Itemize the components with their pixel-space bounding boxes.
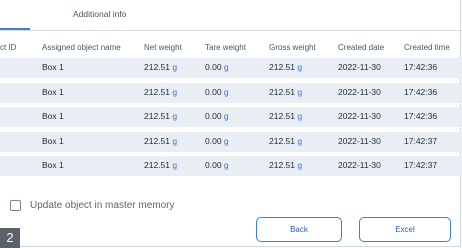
header-assigned-object-name[interactable]: Assigned object name — [42, 43, 121, 52]
cell-object-name: Box 1 — [42, 111, 64, 121]
cell-created-time: 17:42:37 — [404, 160, 437, 170]
cell-created-date: 2022-11-30 — [338, 136, 381, 146]
cell-created-time-value: 17:42:36 — [404, 62, 438, 72]
cell-created-time-value: 17:42:37 — [404, 160, 438, 170]
cell-net-weight-value: 212.51 — [144, 160, 170, 170]
cell-tare-weight: 0.00 g — [205, 62, 229, 72]
cell-created-date-value: 2022-11-30 — [338, 62, 381, 72]
tab-additional-info[interactable]: Additional info — [73, 9, 126, 19]
cell-created-date: 2022-11-30 — [338, 87, 381, 97]
cell-tare-weight: 0.00 g — [205, 160, 229, 170]
table-row[interactable]: Box 1 212.51 g 0.00 g 212.51 g 2022-11-30 17:… — [0, 82, 462, 103]
cell-created-date: 2022-11-30 — [338, 160, 381, 170]
header-object-id[interactable]: ct ID — [0, 43, 16, 52]
unit-label: g — [297, 62, 303, 72]
cell-created-date-value: 2022-11-30 — [338, 160, 381, 170]
cell-created-time-value: 17:42:36 — [404, 86, 438, 97]
cell-object-name-value: Box 1 — [42, 62, 64, 72]
cell-net-weight-value: 212.51 — [144, 86, 170, 97]
header-gross-weight[interactable]: Gross weight — [269, 43, 316, 52]
unit-label: g — [297, 86, 303, 97]
cell-created-time-value: 17:42:36 — [404, 111, 438, 121]
table-row[interactable]: Box 1 212.51 g 0.00 g 212.51 g 2022-11-30 17:… — [0, 107, 462, 127]
cell-tare-weight-value: 0.00 — [205, 86, 222, 97]
cell-object-name-value: Box 1 — [42, 86, 64, 97]
unit-label: g — [297, 111, 303, 121]
unit-label: g — [223, 62, 229, 72]
cell-created-time-value: 17:42:37 — [404, 135, 438, 146]
table-row[interactable]: Box 1 212.51 g 0.00 g 212.51 g 2022-11-30 17:… — [0, 156, 462, 176]
unit-label: g — [172, 111, 178, 121]
cell-gross-weight: 212.51 g — [269, 87, 302, 97]
cell-net-weight-value: 212.51 — [144, 111, 170, 121]
back-button[interactable]: Back — [256, 217, 342, 242]
cell-net-weight-value: 212.51 — [144, 135, 170, 146]
cell-tare-weight-value: 0.00 — [205, 62, 222, 72]
unit-label: g — [172, 86, 178, 97]
tab-bar: Additional info — [0, 0, 462, 31]
cell-net-weight: 212.51 g — [144, 111, 177, 121]
cell-net-weight: 212.51 g — [144, 62, 177, 72]
cell-object-name: Box 1 — [42, 136, 64, 146]
cell-created-date-value: 2022-11-30 — [338, 86, 381, 97]
unit-label: g — [223, 135, 229, 146]
excel-button[interactable]: Excel — [359, 217, 451, 242]
cell-gross-weight: 212.51 g — [269, 111, 302, 121]
unit-label: g — [172, 135, 178, 146]
table-row[interactable]: Box 1 212.51 g 0.00 g 212.51 g 2022-11-30 17:… — [0, 58, 462, 78]
cell-gross-weight-value: 212.51 — [269, 86, 295, 97]
unit-label: g — [297, 160, 303, 170]
cell-gross-weight: 212.51 g — [269, 160, 302, 170]
cell-tare-weight-value: 0.00 — [205, 160, 222, 170]
table-header: ct ID Assigned object name Net weight Ta… — [0, 38, 462, 58]
cell-created-date: 2022-11-30 — [338, 62, 381, 72]
cell-object-name: Box 1 — [42, 62, 64, 72]
cell-object-name-value: Box 1 — [42, 135, 64, 146]
cell-tare-weight-value: 0.00 — [205, 135, 222, 146]
cell-created-time: 17:42:36 — [404, 111, 437, 121]
unit-label: g — [223, 86, 229, 97]
cell-net-weight: 212.51 g — [144, 87, 177, 97]
cell-created-date: 2022-11-30 — [338, 111, 381, 121]
cell-gross-weight-value: 212.51 — [269, 135, 295, 146]
cell-created-date-value: 2022-11-30 — [338, 135, 381, 146]
cell-gross-weight-value: 212.51 — [269, 111, 295, 121]
update-master-checkbox[interactable] — [10, 200, 21, 211]
cell-net-weight: 212.51 g — [144, 160, 177, 170]
unit-label: g — [223, 160, 229, 170]
header-created-date[interactable]: Created date — [338, 43, 384, 52]
step-badge: 2 — [0, 228, 20, 248]
header-created-time[interactable]: Created time — [404, 43, 450, 52]
cell-created-time: 17:42:36 — [404, 87, 437, 97]
cell-created-time: 17:42:37 — [404, 136, 437, 146]
cell-object-name: Box 1 — [42, 160, 64, 170]
cell-object-name: Box 1 — [42, 87, 64, 97]
cell-created-date-value: 2022-11-30 — [338, 111, 381, 121]
cell-gross-weight: 212.51 g — [269, 62, 302, 72]
table-row[interactable]: Box 1 212.51 g 0.00 g 212.51 g 2022-11-30 17:… — [0, 131, 462, 152]
cell-gross-weight: 212.51 g — [269, 136, 302, 146]
cell-tare-weight-value: 0.00 — [205, 111, 222, 121]
cell-gross-weight-value: 212.51 — [269, 62, 295, 72]
cell-tare-weight: 0.00 g — [205, 111, 229, 121]
cell-object-name-value: Box 1 — [42, 160, 64, 170]
weighing-results-table: ct ID Assigned object name Net weight Ta… — [0, 38, 462, 176]
unit-label: g — [223, 111, 229, 121]
header-net-weight[interactable]: Net weight — [144, 43, 182, 52]
cell-net-weight-value: 212.51 — [144, 62, 170, 72]
cell-gross-weight-value: 212.51 — [269, 160, 295, 170]
update-master-label[interactable]: Update object in master memory — [30, 200, 175, 211]
cell-tare-weight: 0.00 g — [205, 87, 229, 97]
unit-label: g — [172, 62, 178, 72]
unit-label: g — [297, 135, 303, 146]
cell-tare-weight: 0.00 g — [205, 136, 229, 146]
header-tare-weight[interactable]: Tare weight — [205, 43, 246, 52]
cell-object-name-value: Box 1 — [42, 111, 64, 121]
cell-created-time: 17:42:36 — [404, 62, 437, 72]
active-tab-indicator — [0, 28, 30, 30]
unit-label: g — [172, 160, 178, 170]
cell-net-weight: 212.51 g — [144, 136, 177, 146]
